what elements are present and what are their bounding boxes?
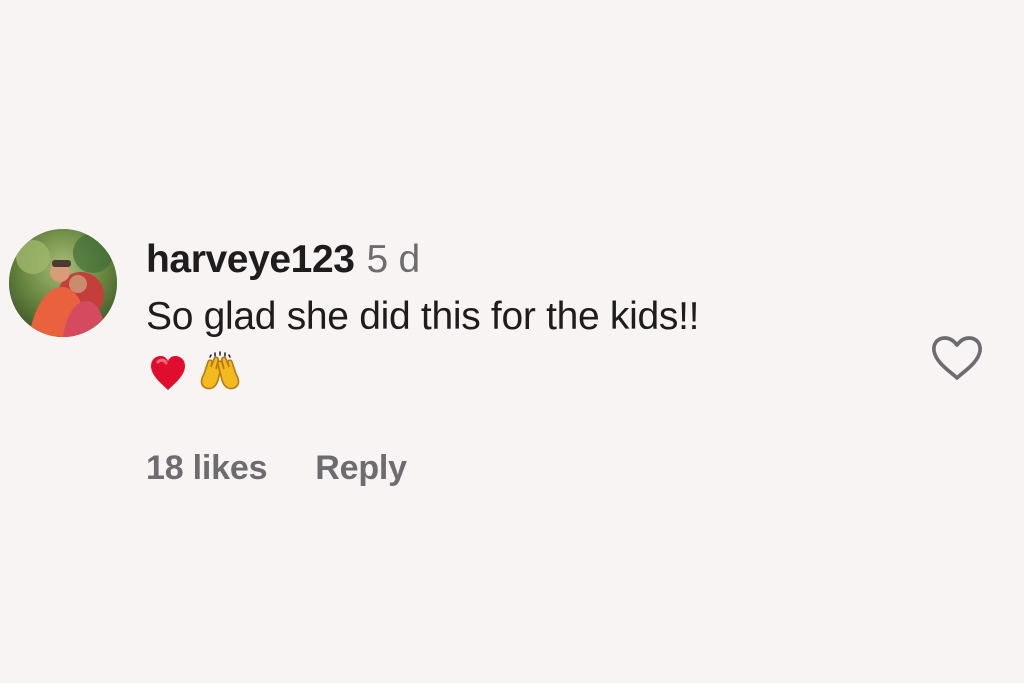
comment-text: So glad she did this for the kids!! [146, 295, 700, 338]
comment-header: harveye123 5 d [146, 238, 886, 290]
heart-outline-icon [932, 336, 982, 380]
avatar[interactable] [9, 229, 117, 337]
comment-card: harveye123 5 d So glad she did this for … [0, 0, 1024, 683]
like-button[interactable] [929, 333, 985, 383]
likes-count[interactable]: 18 likes [146, 449, 267, 488]
username[interactable]: harveye123 [146, 238, 355, 282]
reply-button[interactable]: Reply [315, 449, 407, 488]
red-heart-icon [146, 351, 190, 395]
raising-hands-icon [198, 351, 242, 395]
comment-content: harveye123 5 d So glad she did this for … [146, 238, 886, 399]
comment-screen: harveye123 5 d So glad she did this for … [0, 0, 1024, 683]
comment-time: 5 d [366, 238, 421, 281]
comment-actions: 18 likes Reply [146, 449, 407, 488]
emoji-row [146, 347, 886, 399]
